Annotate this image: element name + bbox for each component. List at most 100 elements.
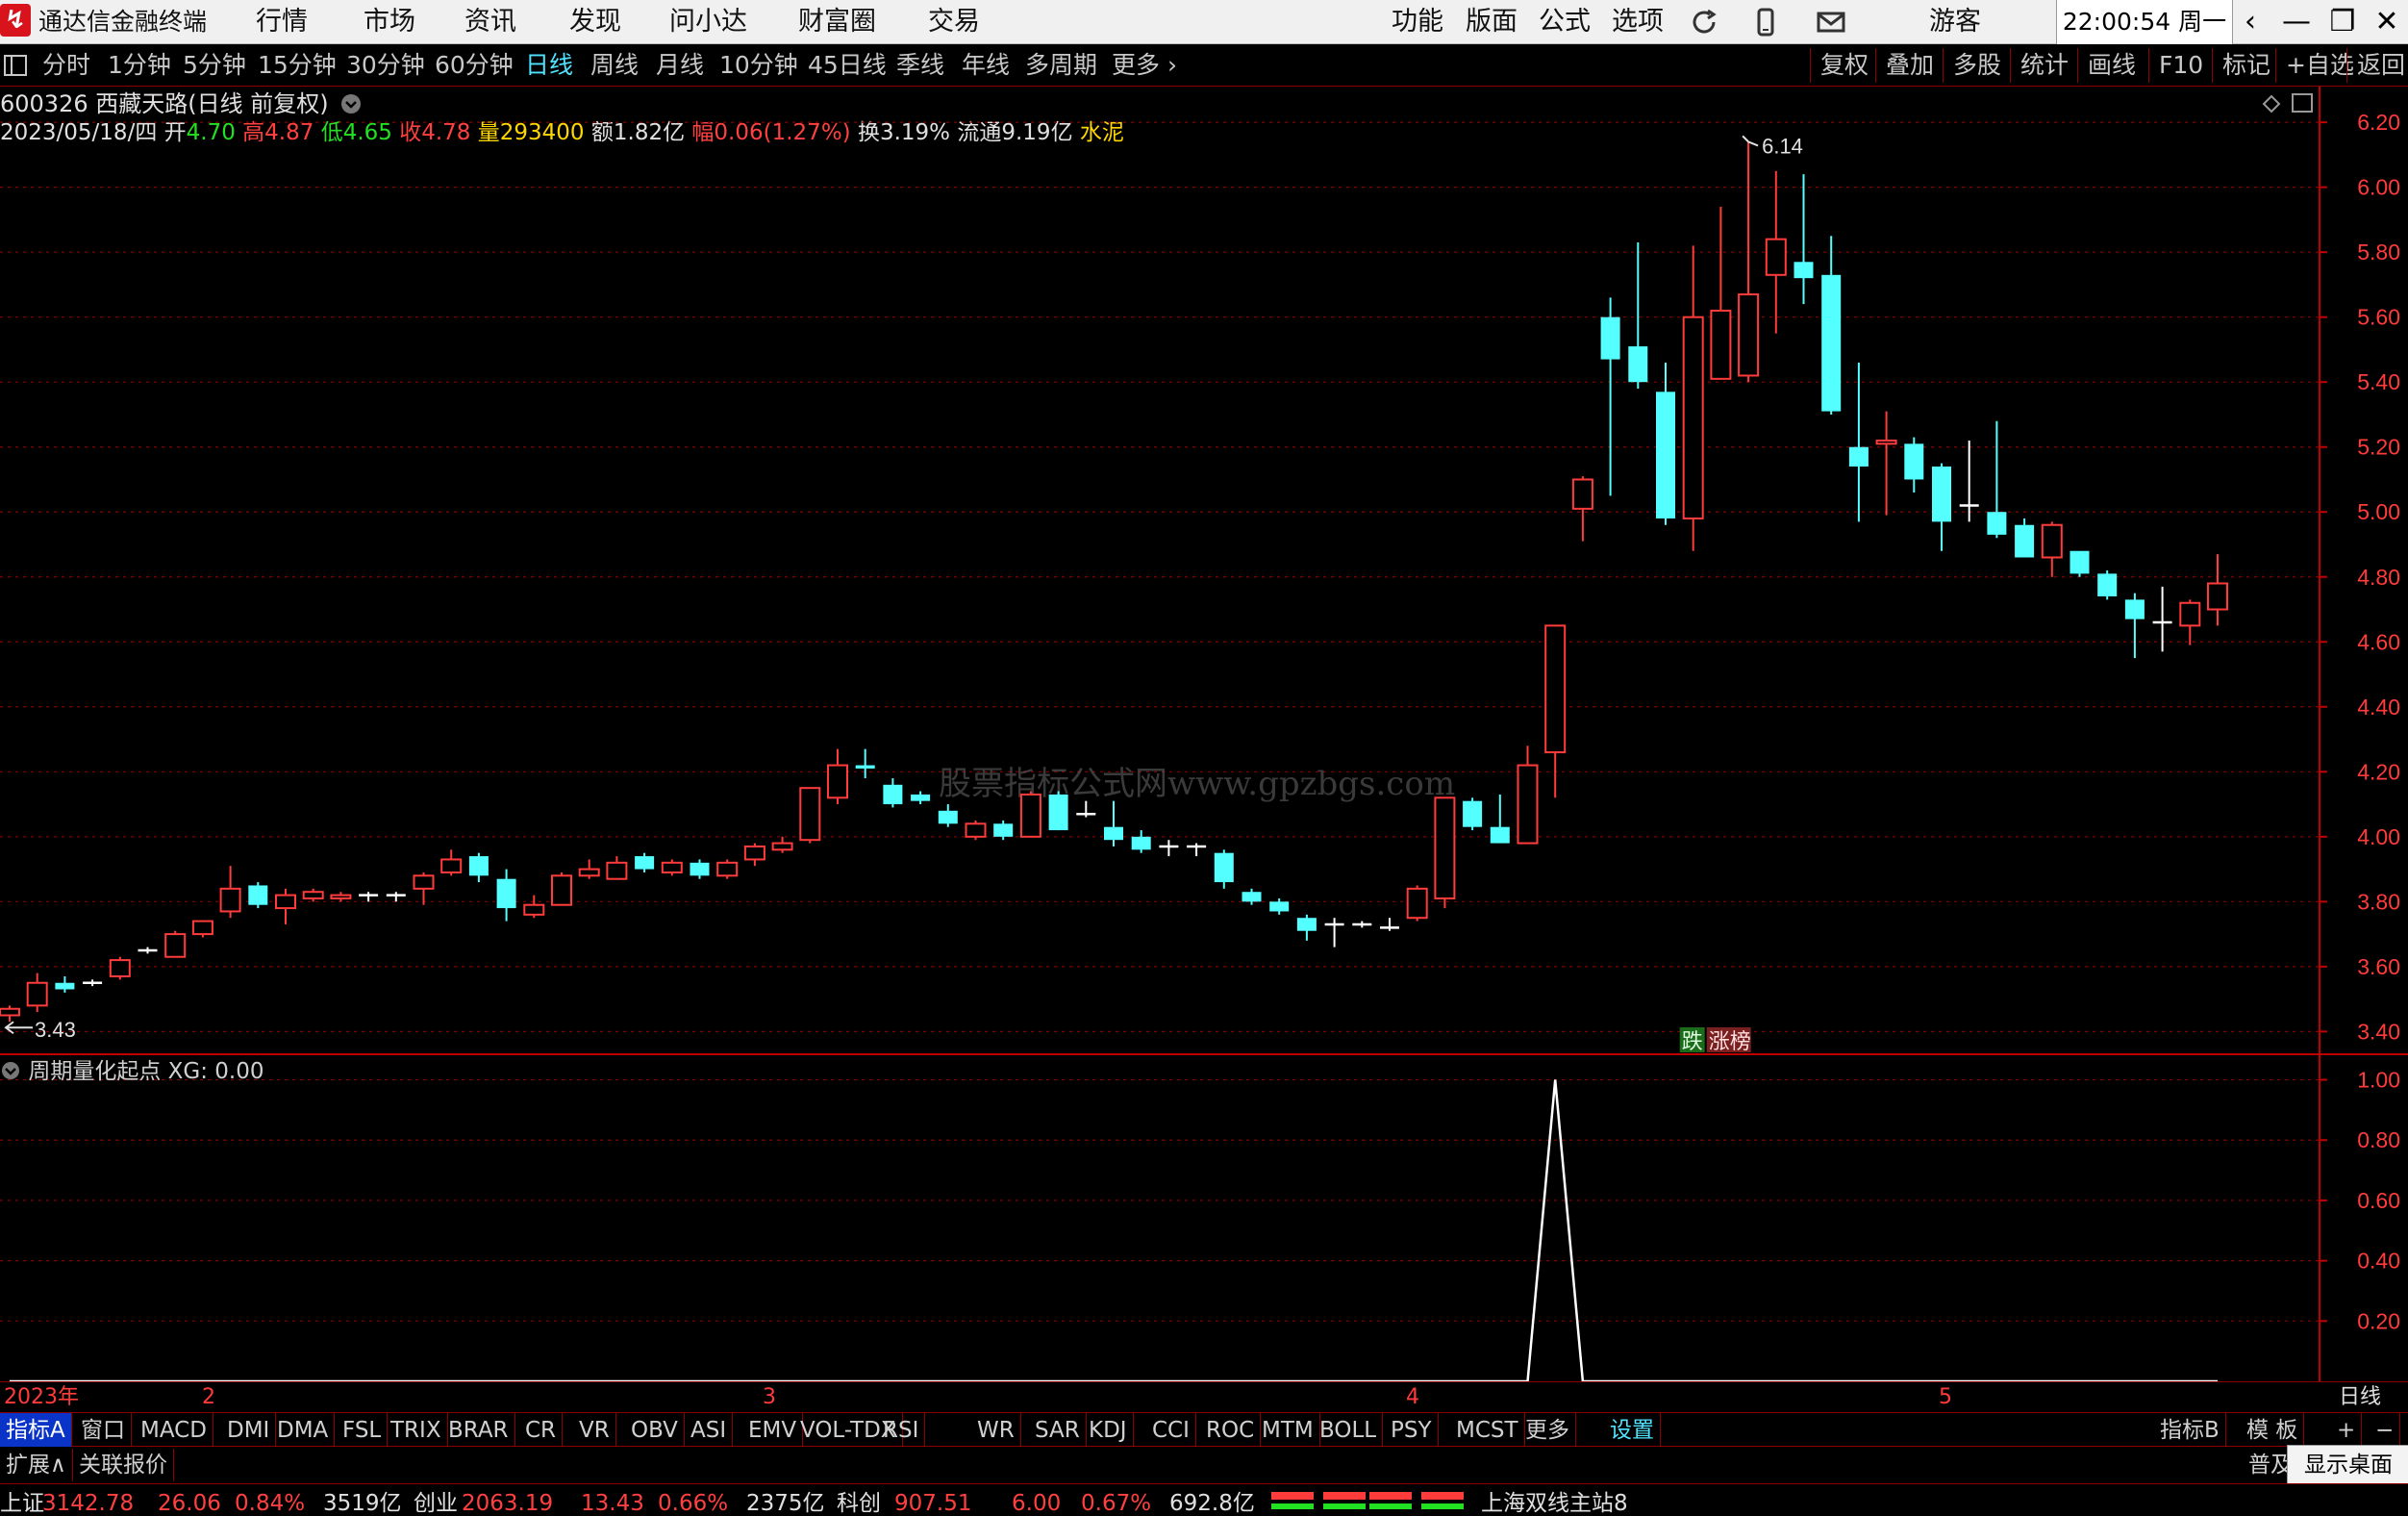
candle-body[interactable] — [911, 794, 931, 801]
candle-body[interactable] — [248, 885, 268, 905]
expand-tab[interactable]: 扩展∧ — [0, 1449, 73, 1481]
candle-body[interactable] — [1710, 309, 1732, 380]
indicator-tab[interactable]: BOLL — [1314, 1413, 1384, 1448]
candle-body[interactable] — [938, 810, 958, 824]
candle-body[interactable] — [1544, 624, 1567, 754]
indicator-tab[interactable]: CCI — [1146, 1413, 1196, 1448]
period-tab[interactable]: 年线 — [962, 44, 1010, 87]
candle-body[interactable] — [1434, 796, 1456, 899]
candle-body[interactable] — [1242, 892, 1262, 902]
indicator-tab[interactable]: 更多 — [1519, 1413, 1576, 1448]
candle-body[interactable] — [330, 894, 352, 899]
candle-body[interactable] — [965, 822, 987, 838]
candle-body[interactable] — [716, 861, 739, 877]
indicator-tab[interactable]: DMI — [221, 1413, 277, 1448]
candle-body[interactable] — [1463, 800, 1483, 827]
menu-item-function[interactable]: 功能 — [1392, 0, 1443, 44]
candle-body[interactable] — [1019, 793, 1041, 838]
indicator-tab[interactable]: OBV — [625, 1413, 685, 1448]
close-icon[interactable]: ✕ — [2364, 0, 2408, 44]
indicator-right-tab[interactable]: + — [2331, 1413, 2363, 1448]
indicator-tab[interactable]: ASI — [685, 1413, 734, 1448]
candle-body[interactable] — [2179, 601, 2201, 627]
candle-body[interactable] — [827, 764, 848, 799]
indicator-tab[interactable]: RSI — [877, 1413, 926, 1448]
candle-body[interactable] — [2069, 550, 2090, 574]
toolbar-button[interactable]: 画线 — [2077, 48, 2136, 83]
kc-index-label[interactable]: 科创 — [837, 1484, 881, 1516]
indicator-tab[interactable]: TRIX — [385, 1413, 448, 1448]
indicator-tab[interactable]: DMA — [271, 1413, 336, 1448]
candle-body[interactable] — [1628, 346, 1648, 383]
kline-chart[interactable]: 6.20 6.00 5.80 5.60 5.40 5.20 5.00 4.80 4.60 4.40… — [0, 87, 2408, 1381]
candle-body[interactable] — [578, 868, 600, 877]
panel-layout-icon[interactable] — [2292, 93, 2313, 113]
candle-body[interactable] — [1656, 392, 1675, 518]
menu-item-layout[interactable]: 版面 — [1466, 0, 1518, 44]
candle-body[interactable] — [468, 856, 489, 876]
candle-body[interactable] — [164, 933, 187, 958]
candle-body[interactable] — [855, 765, 875, 769]
period-tab[interactable]: 月线 — [656, 44, 704, 87]
candle-body[interactable] — [191, 920, 213, 936]
indicator-right-tab[interactable]: 指标B — [2154, 1413, 2226, 1448]
candle-body[interactable] — [1875, 439, 1897, 445]
candle-body[interactable] — [1600, 316, 1620, 360]
candle-body[interactable] — [690, 862, 710, 876]
period-tab[interactable]: 1分钟 — [108, 44, 171, 87]
show-desktop-button[interactable]: 显示桌面 — [2287, 1445, 2408, 1485]
indicator-tab[interactable]: SAR — [1029, 1413, 1087, 1448]
period-tab[interactable]: 15分钟 — [258, 44, 337, 87]
indicator-right-tab[interactable]: − — [2370, 1413, 2401, 1448]
toolbar-button[interactable]: 多股 — [1943, 48, 2001, 83]
candle-body[interactable] — [109, 959, 131, 977]
candle-body[interactable] — [1932, 466, 1951, 522]
period-tab[interactable]: 季线 — [896, 44, 944, 87]
menu-item-options[interactable]: 选项 — [1612, 0, 1664, 44]
candle-body[interactable] — [635, 856, 655, 870]
candle-body[interactable] — [1793, 262, 1814, 279]
candle-body[interactable] — [1048, 794, 1068, 831]
candle-body[interactable] — [799, 787, 821, 842]
candle-body[interactable] — [1131, 836, 1151, 850]
candle-body[interactable] — [1269, 901, 1290, 912]
candle-body[interactable] — [302, 891, 324, 899]
period-tab[interactable]: 10分钟 — [719, 44, 798, 87]
candle-body[interactable] — [771, 842, 793, 851]
sh-index-label[interactable]: 上证 — [0, 1484, 44, 1516]
toolbar-button[interactable]: 统计 — [2010, 48, 2069, 83]
candle-body[interactable] — [2097, 573, 2118, 597]
menu-item-news[interactable]: 资讯 — [464, 0, 516, 44]
indicator-tab[interactable]: FSL — [337, 1413, 389, 1448]
menu-item-discover[interactable]: 发现 — [569, 0, 621, 44]
candle-body[interactable] — [1738, 293, 1760, 377]
back-window-icon[interactable]: ‹ — [2227, 0, 2273, 44]
indicator-tab[interactable]: VR — [573, 1413, 616, 1448]
indicator-tab[interactable]: KDJ — [1083, 1413, 1134, 1448]
toolbar-button[interactable]: F10 — [2148, 48, 2203, 83]
candle-body[interactable] — [413, 874, 435, 890]
menu-item-quotes[interactable]: 行情 — [256, 0, 308, 44]
chevron-down-icon[interactable] — [0, 1060, 21, 1081]
period-tab[interactable]: 更多 › — [1112, 44, 1177, 87]
candle-body[interactable] — [1821, 274, 1842, 412]
candle-body[interactable] — [1490, 826, 1510, 844]
candle-body[interactable] — [661, 861, 683, 873]
maximize-icon[interactable]: ❐ — [2320, 0, 2366, 44]
candle-body[interactable] — [551, 874, 572, 906]
toolbar-button[interactable]: 复权 — [1810, 48, 1869, 83]
candle-body[interactable] — [1104, 826, 1123, 841]
indicator-tab[interactable]: BRAR — [442, 1413, 515, 1448]
period-tab[interactable]: 30分钟 — [346, 44, 425, 87]
candle-body[interactable] — [26, 981, 48, 1007]
menu-item-trade[interactable]: 交易 — [928, 0, 980, 44]
period-tab[interactable]: 周线 — [590, 44, 639, 87]
indicator-tab[interactable]: PSY — [1385, 1413, 1439, 1448]
candle-body[interactable] — [1571, 478, 1593, 510]
indicator-tab[interactable]: MTM — [1256, 1413, 1320, 1448]
panel-toggle-icon[interactable] — [4, 55, 27, 76]
server-name[interactable]: 上海双线主站8 — [1481, 1484, 1628, 1516]
candle-body[interactable] — [219, 887, 241, 913]
candle-body[interactable] — [1987, 512, 2007, 535]
candle-body[interactable] — [275, 894, 296, 910]
